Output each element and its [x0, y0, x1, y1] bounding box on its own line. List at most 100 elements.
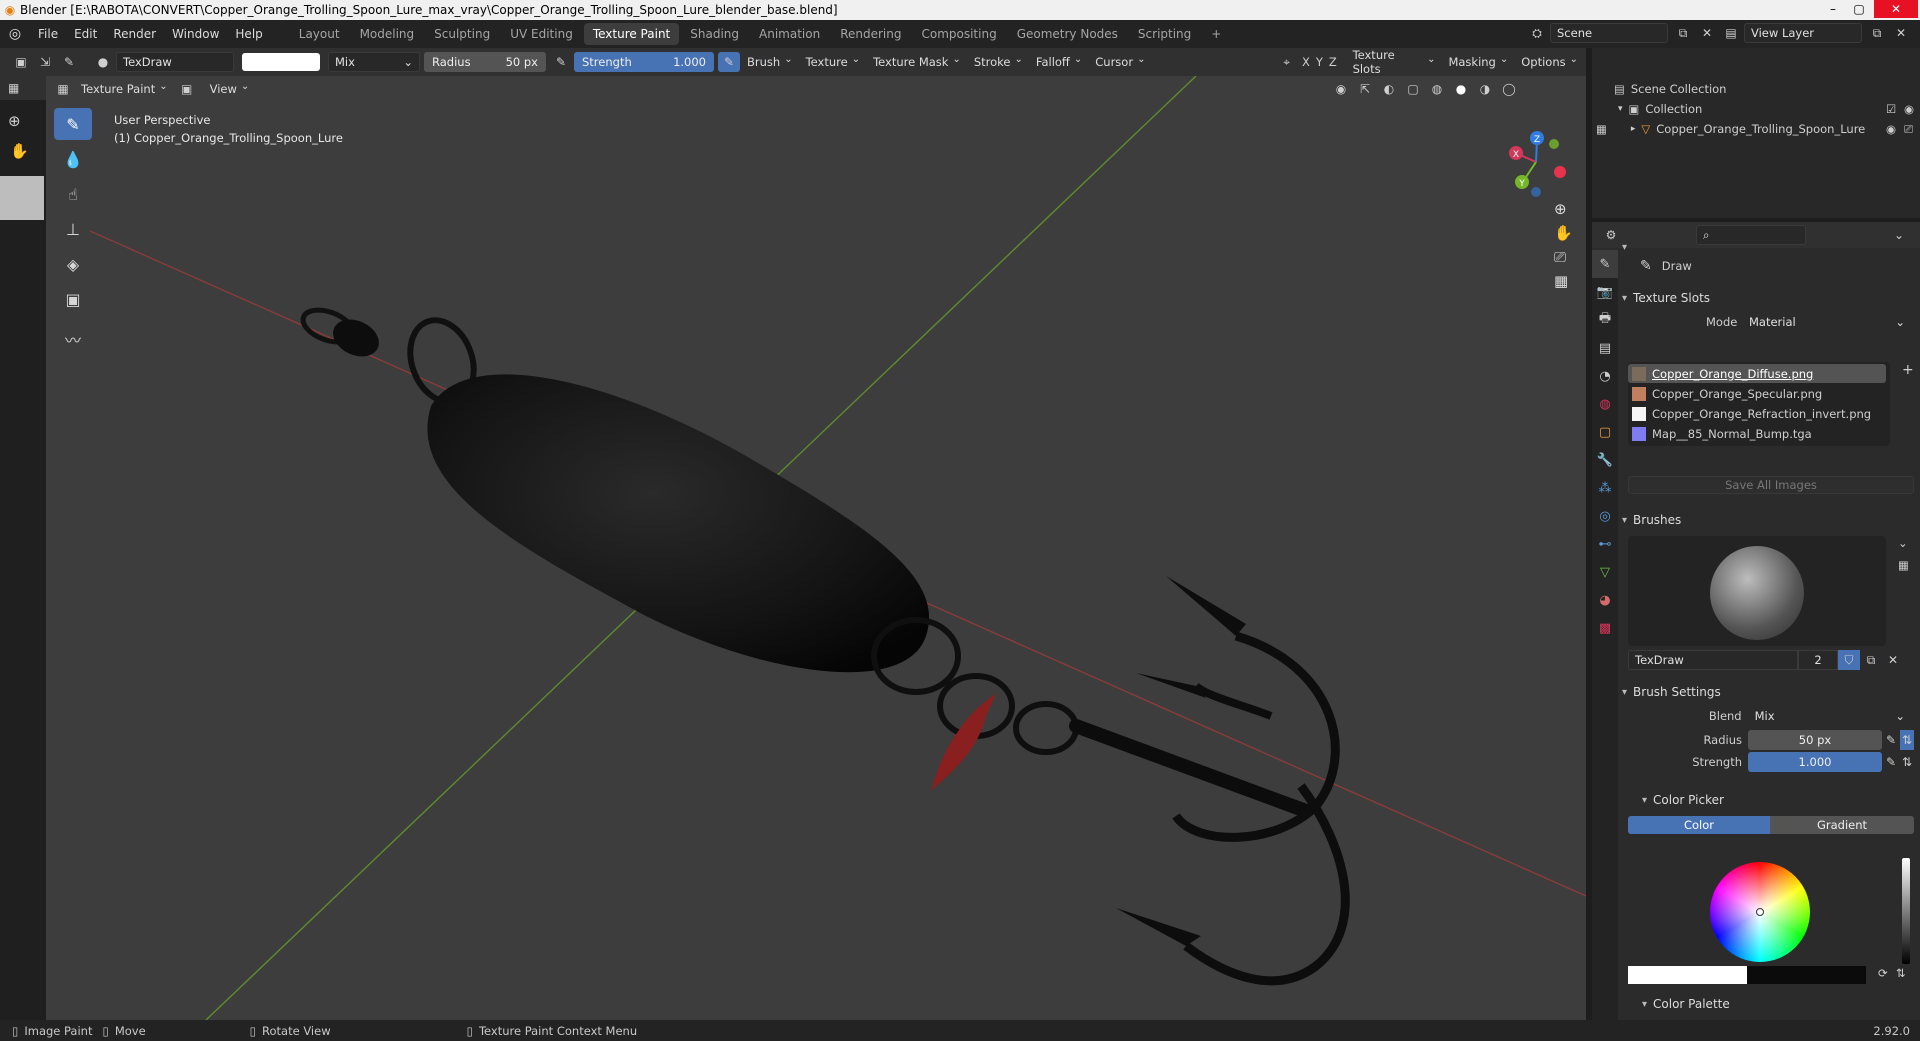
strength-slider[interactable]: Strength 1.000 — [574, 52, 714, 72]
radius-pressure-icon[interactable]: ✎ — [550, 52, 572, 72]
new-view-layer-icon[interactable]: ⧉ — [1866, 23, 1888, 43]
draw-tool-icon[interactable]: ✎ — [54, 108, 92, 140]
brush-preview-icon[interactable]: ● — [92, 52, 114, 72]
mode-dropdown[interactable]: Material ⌄ — [1742, 312, 1912, 332]
solid-shading-icon[interactable]: ● — [1450, 79, 1472, 99]
tool-tab-icon[interactable]: ✎ — [1592, 250, 1618, 278]
maximize-button[interactable]: ▢ — [1848, 0, 1870, 18]
swap-colors-icon[interactable]: ⟳ — [1878, 966, 1888, 980]
pan-view-icon[interactable]: ✋ — [1554, 224, 1573, 242]
texture-tab-icon[interactable]: ▩ — [1592, 614, 1618, 642]
close-button[interactable]: ✕ — [1874, 0, 1918, 18]
physics-tab-icon[interactable]: ◎ — [1592, 502, 1618, 530]
masking-menu[interactable]: Masking — [1443, 52, 1513, 72]
gizmo-toggle-icon[interactable]: ⇱ — [1354, 79, 1376, 99]
color-picker-panel-header[interactable]: Color Picker — [1642, 788, 1724, 812]
menu-edit[interactable]: Edit — [66, 20, 105, 48]
add-texture-slot-icon[interactable]: + — [1902, 362, 1914, 378]
delete-scene-icon[interactable]: ✕ — [1696, 23, 1718, 43]
mode-dropdown[interactable]: Texture Paint — [76, 79, 173, 99]
list-item[interactable]: Copper_Orange_Diffuse.png — [1628, 364, 1886, 383]
symmetry-icon[interactable]: ⌖ — [1276, 52, 1297, 72]
menu-file[interactable]: File — [30, 20, 66, 48]
zoom-icon[interactable]: ⊕ — [8, 112, 21, 130]
radius-slider[interactable]: Radius 50 px — [424, 52, 546, 72]
image-editor-icon[interactable]: ▦ — [8, 76, 19, 100]
editor-type-icon[interactable]: ▣ — [10, 52, 32, 72]
blend-dropdown[interactable]: Mix ⌄ — [328, 52, 420, 72]
camera-view-icon[interactable]: ⎚ — [1554, 248, 1573, 266]
overlay-toggle-icon[interactable]: ◐ — [1378, 79, 1400, 99]
save-all-images-button[interactable]: Save All Images — [1628, 476, 1914, 494]
delete-view-layer-icon[interactable]: ✕ — [1890, 23, 1912, 43]
color-tab[interactable]: Color — [1628, 816, 1770, 834]
menu-help[interactable]: Help — [227, 20, 270, 48]
tab-texture-paint[interactable]: Texture Paint — [583, 23, 680, 45]
mirror-x-toggle[interactable]: X — [1299, 55, 1312, 69]
tab-scripting[interactable]: Scripting — [1129, 23, 1200, 45]
falloff-menu[interactable]: Falloff — [1031, 52, 1087, 72]
constraints-tab-icon[interactable]: ⊷ — [1592, 530, 1618, 558]
color-swatch[interactable] — [242, 53, 320, 71]
brush-name-input[interactable]: TexDraw — [1628, 650, 1798, 670]
expand-arrow-icon[interactable]: ▾ — [1618, 104, 1623, 114]
object-camera-icon[interactable]: ⎚ — [1904, 122, 1913, 137]
clone-tool-icon[interactable]: ⊥ — [54, 213, 92, 245]
duplicate-brush-icon[interactable]: ⧉ — [1860, 650, 1882, 670]
blender-menu-icon[interactable]: ◎ — [0, 26, 30, 42]
fake-user-icon[interactable]: ⛉ — [1838, 650, 1860, 670]
outliner-object[interactable]: ▦ ▸ ▽ Copper_Orange_Trolling_Spoon_Lure … — [1596, 122, 1916, 137]
view-layer-tab-icon[interactable]: ▤ — [1592, 334, 1618, 362]
brushes-panel-header[interactable]: Brushes — [1622, 508, 1681, 532]
color-preview-bar[interactable] — [1628, 966, 1866, 984]
smear-tool-icon[interactable]: ☝ — [54, 178, 92, 210]
rendered-shading-icon[interactable]: ◯ — [1498, 79, 1520, 99]
list-item[interactable]: Copper_Orange_Refraction_invert.png — [1628, 404, 1886, 423]
zoom-view-icon[interactable]: ⊕ — [1554, 200, 1573, 218]
brush-icon[interactable]: ✎ — [58, 52, 80, 72]
menu-render[interactable]: Render — [105, 20, 164, 48]
strength-pressure-icon[interactable]: ✎ — [1884, 752, 1898, 772]
tab-rendering[interactable]: Rendering — [831, 23, 910, 45]
brush-users-count[interactable]: 2 — [1798, 650, 1838, 670]
options-menu[interactable]: Options — [1516, 52, 1583, 72]
strength-pressure-icon[interactable]: ✎ — [718, 52, 740, 72]
radius-pressure-icon[interactable]: ✎ — [1884, 730, 1898, 750]
brush-preview-area[interactable] — [1628, 536, 1886, 646]
brush-name-field[interactable]: TexDraw — [116, 52, 234, 72]
brush-menu-icon[interactable]: ⌄ — [1898, 536, 1908, 550]
blend-dropdown[interactable]: Mix ⌄ — [1747, 706, 1912, 726]
brush-settings-panel-header[interactable]: Brush Settings — [1622, 680, 1721, 704]
tab-geometry-nodes[interactable]: Geometry Nodes — [1008, 23, 1127, 45]
gradient-tab[interactable]: Gradient — [1770, 816, 1914, 834]
stroke-menu[interactable]: Stroke — [969, 52, 1028, 72]
minimize-button[interactable]: – — [1822, 0, 1844, 18]
navigation-gizmo[interactable]: Z X Y — [1496, 120, 1576, 200]
3d-viewport[interactable]: ▦ Texture Paint ▣ View ◉ ⇱ ◐ ▢ ◍ ● ◑ ◯ U… — [46, 76, 1586, 1020]
properties-search-input[interactable]: ⌕ — [1696, 225, 1806, 245]
add-workspace-icon[interactable]: + — [1202, 23, 1230, 45]
color-palette-panel-header[interactable]: Color Palette — [1642, 992, 1730, 1016]
viewport-editor-icon[interactable]: ▦ — [52, 79, 74, 99]
fill-tool-icon[interactable]: ◈ — [54, 248, 92, 280]
soften-tool-icon[interactable]: 💧 — [54, 143, 92, 175]
list-item[interactable]: Copper_Orange_Specular.png — [1628, 384, 1886, 403]
collection-checkbox[interactable]: ☑ — [1886, 102, 1896, 116]
outliner-scene-collection[interactable]: ▤ Scene Collection — [1614, 82, 1726, 96]
tab-animation[interactable]: Animation — [750, 23, 829, 45]
brush-menu[interactable]: Brush — [742, 52, 798, 72]
radius-unit-icon[interactable]: ⇅ — [1900, 730, 1914, 750]
texture-menu[interactable]: Texture — [801, 52, 866, 72]
view-layer-field[interactable]: View Layer — [1744, 23, 1862, 43]
texture-slots-panel-header[interactable]: Texture Slots — [1622, 286, 1710, 310]
modifier-tab-icon[interactable]: 🔧 — [1592, 446, 1618, 474]
paint-mask-icon[interactable]: ▣ — [176, 79, 198, 99]
scene-icon[interactable]: ⛭ — [1526, 23, 1548, 43]
output-tab-icon[interactable]: 🖶 — [1592, 306, 1618, 334]
object-tab-icon[interactable]: ▢ — [1592, 418, 1618, 446]
cursor-menu[interactable]: Cursor — [1090, 52, 1150, 72]
particles-tab-icon[interactable]: ⁂ — [1592, 474, 1618, 502]
radius-slider[interactable]: 50 px — [1748, 730, 1882, 750]
tab-sculpting[interactable]: Sculpting — [425, 23, 499, 45]
active-tool-icon[interactable]: ⇲ — [34, 52, 56, 72]
